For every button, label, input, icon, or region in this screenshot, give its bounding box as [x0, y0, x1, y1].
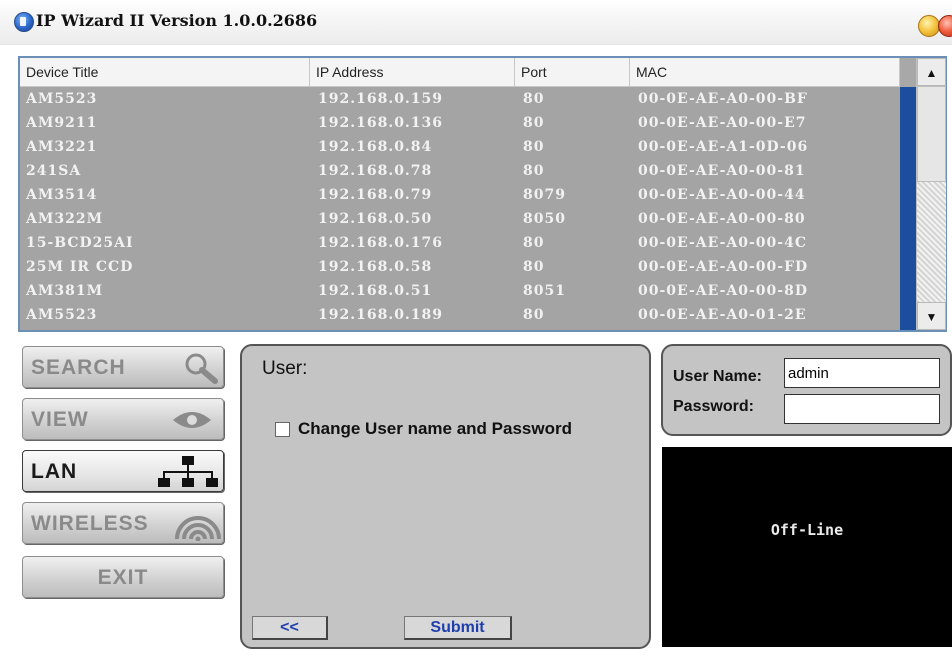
app-icon [14, 12, 34, 32]
table-row[interactable]: AM322M 192.168.0.50 8050 00-0E-AE-A0-00-80 [20, 207, 900, 231]
video-preview: Off-Line [662, 447, 952, 647]
ip-address-cell: 192.168.0.84 [318, 139, 433, 155]
mac-cell: 00-0E-AE-A0-01-2E [638, 307, 807, 323]
table-row[interactable]: 15-BCD25AI 192.168.0.176 80 00-0E-AE-A0-00-… [20, 231, 900, 255]
minimize-button[interactable] [918, 15, 940, 37]
window-title: IP Wizard II Version 1.0.0.2686 [36, 11, 318, 30]
table-row[interactable]: 25M IR CCD 192.168.0.58 80 00-0E-AE-A0-00-F… [20, 255, 900, 279]
port-cell: 8050 [523, 211, 566, 227]
mac-cell: 00-0E-AE-A0-00-4C [638, 235, 807, 251]
device-title-cell: 15-BCD25AI [26, 235, 134, 251]
user-panel-title: User: [262, 358, 308, 379]
view-button[interactable]: VIEW [22, 398, 224, 440]
mac-cell: 00-0E-AE-A0-00-80 [638, 211, 806, 227]
video-status: Off-Line [770, 521, 844, 539]
port-cell: 80 [523, 115, 545, 131]
column-header-device-title[interactable]: Device Title [20, 58, 310, 86]
network-tree-icon [158, 456, 218, 487]
lan-button-label: LAN [31, 460, 78, 483]
eye-icon [173, 412, 211, 428]
port-cell: 80 [523, 139, 545, 155]
user-panel: User: Change User name and Password << S… [240, 344, 651, 649]
change-credentials-checkbox[interactable] [275, 422, 290, 437]
exit-button[interactable]: EXIT [22, 556, 224, 598]
ip-address-cell: 192.168.0.136 [318, 115, 444, 131]
view-button-label: VIEW [31, 408, 89, 431]
wireless-button[interactable]: WIRELESS [22, 502, 224, 544]
scroll-thumb[interactable] [917, 86, 946, 182]
device-title-cell: AM3514 [26, 187, 98, 203]
port-cell: 80 [523, 259, 545, 275]
scroll-down-button[interactable]: ▼ [917, 302, 946, 330]
ip-address-cell: 192.168.0.50 [318, 211, 433, 227]
port-cell: 80 [523, 91, 545, 107]
table-row[interactable]: AM3221 192.168.0.84 80 00-0E-AE-A1-0D-06 [20, 135, 900, 159]
ip-address-cell: 192.168.0.51 [318, 283, 433, 299]
ip-address-cell: 192.168.0.176 [318, 235, 444, 251]
mac-cell: 00-0E-AE-A0-00-8D [638, 283, 808, 299]
device-title-cell: AM5523 [26, 307, 98, 323]
password-label: Password: [673, 398, 754, 415]
scroll-up-button[interactable]: ▲ [917, 58, 946, 86]
close-button[interactable] [938, 15, 952, 37]
mac-cell: 00-0E-AE-A0-00-BF [638, 91, 808, 107]
device-title-cell: AM5523 [26, 91, 98, 107]
table-row[interactable]: 241SA 192.168.0.78 80 00-0E-AE-A0-00-81 [20, 159, 900, 183]
device-list-header: Device Title IP Address Port MAC [20, 58, 900, 87]
table-row[interactable]: AM3514 192.168.0.79 8079 00-0E-AE-A0-00-44 [20, 183, 900, 207]
ip-address-cell: 192.168.0.79 [318, 187, 433, 203]
exit-button-label: EXIT [97, 566, 149, 589]
vertical-scrollbar[interactable]: ▲ ▼ [916, 58, 946, 330]
port-cell: 8079 [523, 187, 566, 203]
mac-cell: 00-0E-AE-A0-00-44 [638, 187, 806, 203]
mac-cell: 00-0E-AE-A0-00-E7 [638, 115, 807, 131]
column-header-ip-address[interactable]: IP Address [310, 58, 515, 86]
device-list-body: AM5523 192.168.0.159 80 00-0E-AE-A0-00-BF AM… [20, 87, 900, 330]
lan-button[interactable]: LAN [22, 450, 224, 492]
device-title-cell: 241SA [26, 163, 82, 179]
port-cell: 80 [523, 163, 545, 179]
search-button-label: SEARCH [31, 356, 126, 379]
magnifier-icon [185, 353, 218, 384]
username-field[interactable] [784, 358, 940, 388]
title-bar: IP Wizard II Version 1.0.0.2686 [0, 0, 952, 45]
device-title-cell: AM9211 [26, 115, 98, 131]
column-header-port[interactable]: Port [515, 58, 630, 86]
back-button[interactable]: << [252, 616, 328, 640]
column-header-mac[interactable]: MAC [630, 58, 900, 86]
device-title-cell: AM3221 [26, 139, 98, 155]
wireless-signal-icon [175, 516, 221, 541]
table-row[interactable]: AM5523 192.168.0.189 80 00-0E-AE-A0-01-2E [20, 303, 900, 327]
ip-address-cell: 192.168.0.159 [318, 91, 444, 107]
mac-cell: 00-0E-AE-A0-00-81 [638, 163, 806, 179]
credentials-panel: User Name: Password: [661, 344, 952, 436]
device-title-cell: AM381M [26, 283, 104, 299]
device-title-cell: 25M IR CCD [26, 259, 134, 275]
port-cell: 80 [523, 235, 545, 251]
ip-address-cell: 192.168.0.78 [318, 163, 433, 179]
wireless-button-label: WIRELESS [31, 512, 149, 535]
port-cell: 8051 [523, 283, 566, 299]
ip-address-cell: 192.168.0.189 [318, 307, 444, 323]
mac-cell: 00-0E-AE-A0-00-FD [638, 259, 809, 275]
selection-highlight [900, 87, 916, 330]
password-field[interactable] [784, 394, 940, 424]
device-list[interactable]: Device Title IP Address Port MAC AM5523 1… [18, 56, 947, 332]
table-row[interactable]: AM5523 192.168.0.159 80 00-0E-AE-A0-00-BF [20, 87, 900, 111]
ip-address-cell: 192.168.0.58 [318, 259, 433, 275]
table-row[interactable]: AM9211 192.168.0.136 80 00-0E-AE-A0-00-E7 [20, 111, 900, 135]
mac-cell: 00-0E-AE-A1-0D-06 [638, 139, 809, 155]
device-title-cell: AM322M [26, 211, 104, 227]
submit-button[interactable]: Submit [404, 616, 512, 640]
table-row[interactable]: AM381M 192.168.0.51 8051 00-0E-AE-A0-00-8D [20, 279, 900, 303]
search-button[interactable]: SEARCH [22, 346, 224, 388]
change-credentials-label[interactable]: Change User name and Password [298, 419, 572, 439]
username-label: User Name: [673, 368, 762, 385]
scroll-track[interactable] [917, 182, 946, 302]
port-cell: 80 [523, 307, 545, 323]
